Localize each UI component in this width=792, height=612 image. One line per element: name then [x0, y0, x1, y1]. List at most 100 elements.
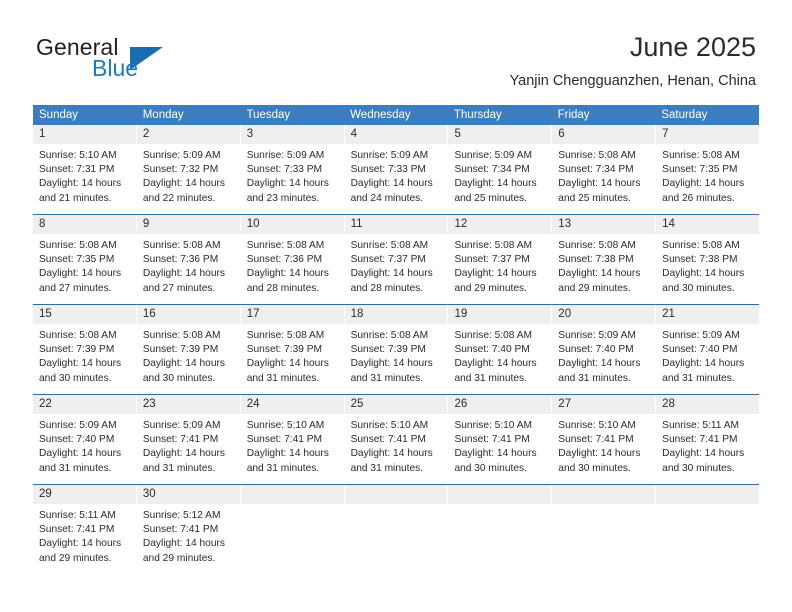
day-details: Sunrise: 5:08 AM Sunset: 7:34 PM Daylight:…	[552, 144, 655, 206]
daylight-text-line1: Daylight: 14 hours	[246, 448, 329, 460]
daylight-text-line2: and 30 minutes.	[454, 462, 527, 474]
calendar-day-cell[interactable]: 25 Sunrise: 5:10 AM Sunset: 7:41 PM Dayligh…	[344, 395, 449, 484]
sunrise-text: Sunrise: 5:09 AM	[558, 330, 636, 341]
calendar-day-cell[interactable]: 3 Sunrise: 5:09 AM Sunset: 7:33 PM Daylight…	[240, 125, 345, 214]
day-number-band: 2	[136, 125, 240, 144]
calendar-day-cell[interactable]: 9 Sunrise: 5:08 AM Sunset: 7:36 PM Daylight…	[136, 215, 241, 304]
calendar-day-cell[interactable]: 24 Sunrise: 5:10 AM Sunset: 7:41 PM Dayligh…	[240, 395, 345, 484]
daylight-text-line2: and 25 minutes.	[454, 192, 527, 204]
day-number-band: 9	[136, 215, 240, 234]
day-details: Sunrise: 5:08 AM Sunset: 7:35 PM Daylight:…	[33, 234, 136, 296]
daylight-text-line2: and 28 minutes.	[350, 282, 424, 294]
daylight-text-line1: Daylight: 14 hours	[246, 178, 329, 190]
calendar-day-cell[interactable]: 27 Sunrise: 5:10 AM Sunset: 7:41 PM Dayligh…	[552, 395, 657, 484]
day-number: 30	[142, 488, 156, 500]
calendar-day-cell[interactable]: 19 Sunrise: 5:08 AM Sunset: 7:40 PM Dayligh…	[448, 305, 553, 394]
calendar-day-cell[interactable]: 13 Sunrise: 5:08 AM Sunset: 7:38 PM Dayligh…	[552, 215, 657, 304]
daylight-text-line2: and 31 minutes.	[454, 372, 527, 384]
daylight-text-line2: and 23 minutes.	[246, 192, 320, 204]
day-number: 4	[350, 128, 357, 140]
sunset-text: Sunset: 7:38 PM	[662, 254, 738, 266]
daylight-text-line1: Daylight: 14 hours	[558, 358, 641, 370]
daylight-text-line2: and 31 minutes.	[246, 462, 320, 474]
calendar-day-cell[interactable]: 11 Sunrise: 5:08 AM Sunset: 7:37 PM Dayligh…	[344, 215, 449, 304]
calendar-day-cell[interactable]: 17 Sunrise: 5:08 AM Sunset: 7:39 PM Dayligh…	[240, 305, 345, 394]
weekday-header-saturday: Saturday	[661, 109, 708, 121]
weekday-header-tuesday: Tuesday	[246, 109, 291, 121]
daylight-text-line1: Daylight: 14 hours	[454, 178, 537, 190]
daylight-text-line2: and 22 minutes.	[142, 192, 216, 204]
day-details: Sunrise: 5:08 AM Sunset: 7:39 PM Daylight:…	[241, 324, 344, 386]
calendar-day-cell[interactable]: 30 Sunrise: 5:12 AM Sunset: 7:41 PM Dayligh…	[136, 485, 241, 574]
day-number: 17	[246, 308, 260, 320]
sunset-text: Sunset: 7:41 PM	[350, 434, 426, 446]
calendar-day-cell[interactable]: 1 Sunrise: 5:10 AM Sunset: 7:31 PM Daylight…	[33, 125, 137, 214]
day-number-band: 22	[33, 395, 136, 414]
daylight-text-line1: Daylight: 14 hours	[454, 448, 537, 460]
day-number-band	[448, 485, 552, 504]
day-number-band: 10	[240, 215, 344, 234]
day-details: Sunrise: 5:09 AM Sunset: 7:33 PM Daylight:…	[241, 144, 344, 206]
daylight-text-line1: Daylight: 14 hours	[454, 358, 537, 370]
sunset-text: Sunset: 7:41 PM	[246, 434, 323, 446]
day-number: 18	[350, 308, 364, 320]
daylight-text-line1: Daylight: 14 hours	[142, 178, 225, 190]
daylight-text-line1: Daylight: 14 hours	[39, 178, 122, 190]
calendar-day-cell[interactable]: 5 Sunrise: 5:09 AM Sunset: 7:34 PM Daylight…	[448, 125, 553, 214]
calendar-day-cell[interactable]: 4 Sunrise: 5:09 AM Sunset: 7:33 PM Daylight…	[344, 125, 449, 214]
calendar-day-cell[interactable]: 18 Sunrise: 5:08 AM Sunset: 7:39 PM Dayligh…	[344, 305, 449, 394]
sunrise-text: Sunrise: 5:08 AM	[350, 330, 429, 341]
calendar-day-cell[interactable]: 20 Sunrise: 5:09 AM Sunset: 7:40 PM Dayligh…	[552, 305, 657, 394]
day-number: 3	[246, 128, 254, 140]
calendar-day-cell[interactable]: 28 Sunrise: 5:11 AM Sunset: 7:41 PM Dayligh…	[656, 395, 760, 484]
daylight-text-line1: Daylight: 14 hours	[558, 268, 641, 280]
day-number: 27	[558, 398, 572, 410]
day-number-band: 6	[552, 125, 656, 144]
daylight-text-line2: and 30 minutes.	[142, 372, 216, 384]
sunset-text: Sunset: 7:37 PM	[454, 254, 530, 266]
calendar-week-row: 15 Sunrise: 5:08 AM Sunset: 7:39 PM Dayligh…	[33, 304, 760, 394]
calendar-day-cell[interactable]: 15 Sunrise: 5:08 AM Sunset: 7:39 PM Dayligh…	[33, 305, 137, 394]
day-number: 7	[662, 128, 669, 140]
calendar-day-cell[interactable]: 6 Sunrise: 5:08 AM Sunset: 7:34 PM Daylight…	[552, 125, 657, 214]
calendar-weeks: 1 Sunrise: 5:10 AM Sunset: 7:31 PM Daylight…	[33, 125, 760, 574]
sunset-text: Sunset: 7:40 PM	[558, 344, 634, 356]
day-number-band: 7	[656, 125, 760, 144]
calendar-day-cell[interactable]: 21 Sunrise: 5:09 AM Sunset: 7:40 PM Dayligh…	[656, 305, 760, 394]
day-number: 2	[142, 128, 150, 140]
calendar-day-cell[interactable]: 23 Sunrise: 5:09 AM Sunset: 7:41 PM Dayligh…	[136, 395, 241, 484]
calendar-day-cell[interactable]: 29 Sunrise: 5:11 AM Sunset: 7:41 PM Dayligh…	[33, 485, 137, 574]
sunset-text: Sunset: 7:40 PM	[454, 344, 530, 356]
day-details: Sunrise: 5:09 AM Sunset: 7:40 PM Daylight:…	[656, 324, 759, 386]
daylight-text-line1: Daylight: 14 hours	[39, 358, 122, 370]
brand-logo[interactable]: General Blue	[36, 34, 226, 86]
calendar-day-cell[interactable]: 10 Sunrise: 5:08 AM Sunset: 7:36 PM Dayligh…	[240, 215, 345, 304]
daylight-text-line1: Daylight: 14 hours	[246, 268, 329, 280]
calendar-day-cell[interactable]: 26 Sunrise: 5:10 AM Sunset: 7:41 PM Dayligh…	[448, 395, 553, 484]
day-number: 13	[558, 218, 572, 230]
calendar-day-cell[interactable]: 8 Sunrise: 5:08 AM Sunset: 7:35 PM Daylight…	[33, 215, 137, 304]
calendar-day-cell[interactable]: 2 Sunrise: 5:09 AM Sunset: 7:32 PM Daylight…	[136, 125, 241, 214]
daylight-text-line1: Daylight: 14 hours	[350, 178, 433, 190]
title-block: June 2025 Yanjin Chengguanzhen, Henan, C…	[510, 30, 756, 92]
calendar-day-cell[interactable]: 12 Sunrise: 5:08 AM Sunset: 7:37 PM Dayligh…	[448, 215, 553, 304]
weekday-header-friday: Friday	[557, 109, 590, 121]
daylight-text-line1: Daylight: 14 hours	[662, 178, 745, 190]
day-details: Sunrise: 5:09 AM Sunset: 7:32 PM Daylight:…	[137, 144, 240, 206]
calendar-day-cell[interactable]: 16 Sunrise: 5:08 AM Sunset: 7:39 PM Dayligh…	[136, 305, 241, 394]
calendar-day-cell[interactable]: 7 Sunrise: 5:08 AM Sunset: 7:35 PM Daylight…	[656, 125, 760, 214]
day-number-band: 15	[33, 305, 136, 324]
calendar-day-cell[interactable]: 22 Sunrise: 5:09 AM Sunset: 7:40 PM Dayligh…	[33, 395, 137, 484]
sunset-text: Sunset: 7:40 PM	[39, 434, 115, 446]
calendar-day-cell[interactable]: 14 Sunrise: 5:08 AM Sunset: 7:38 PM Dayligh…	[656, 215, 760, 304]
sunrise-text: Sunrise: 5:10 AM	[350, 420, 429, 431]
day-number: 23	[142, 398, 156, 410]
sunrise-text: Sunrise: 5:08 AM	[39, 330, 117, 341]
calendar-week-row: 22 Sunrise: 5:09 AM Sunset: 7:40 PM Dayligh…	[33, 394, 760, 484]
calendar-week-row: 8 Sunrise: 5:08 AM Sunset: 7:35 PM Daylight…	[33, 214, 760, 304]
day-number-band: 24	[240, 395, 344, 414]
sunset-text: Sunset: 7:39 PM	[350, 344, 426, 356]
daylight-text-line2: and 29 minutes.	[39, 552, 112, 564]
day-details: Sunrise: 5:10 AM Sunset: 7:41 PM Daylight:…	[448, 414, 551, 476]
weekday-header-row: Sunday Monday Tuesday Wednesday Thursday…	[33, 105, 759, 125]
